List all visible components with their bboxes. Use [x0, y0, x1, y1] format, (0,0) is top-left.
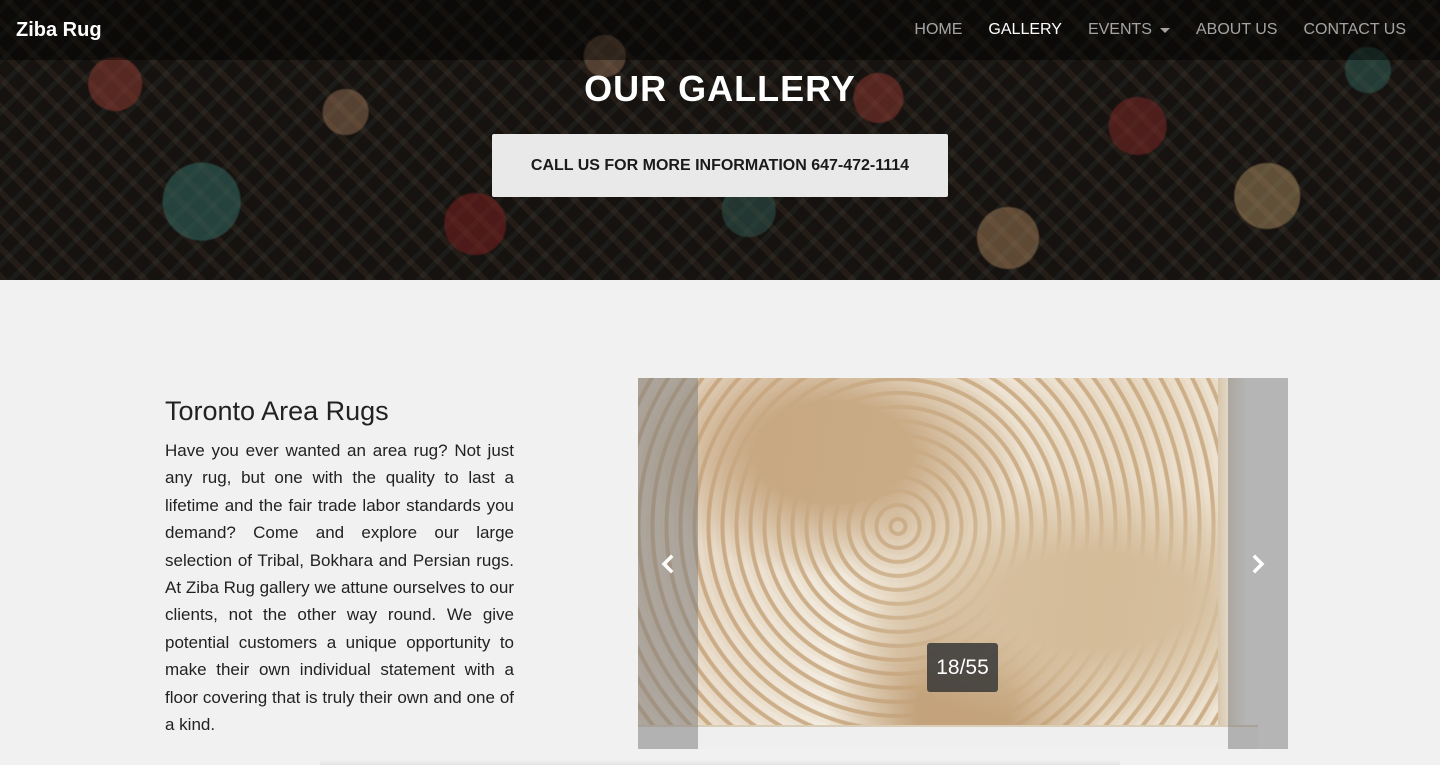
navbar: Ziba Rug HOME GALLERY EVENTS ABOUT US CO… — [0, 0, 1440, 60]
carousel-next-button[interactable] — [1228, 378, 1288, 749]
chevron-right-icon — [1252, 554, 1265, 573]
call-us-button[interactable]: CALL US FOR MORE INFORMATION 647-472-111… — [492, 134, 948, 197]
nav-item-gallery[interactable]: GALLERY — [988, 21, 1062, 39]
nav-item-about-us[interactable]: ABOUT US — [1196, 21, 1278, 39]
nav-item-contact-us[interactable]: CONTACT US — [1303, 21, 1406, 39]
nav-item-events-label: EVENTS — [1087, 21, 1152, 38]
section-title: Toronto Area Rugs — [165, 396, 389, 426]
carousel-prev-button[interactable] — [638, 378, 698, 749]
gallery-carousel: 18/55 — [638, 378, 1288, 749]
caret-down-icon — [1159, 27, 1170, 33]
chevron-left-icon — [661, 554, 674, 573]
footer-shadow — [320, 760, 1120, 765]
nav-menu: HOME GALLERY EVENTS ABOUT US CONTACT US — [888, 21, 1406, 39]
nav-item-home[interactable]: HOME — [914, 21, 962, 39]
rug-image-fringe — [638, 725, 1258, 749]
rug-image — [638, 378, 1288, 749]
slide-counter: 18/55 — [927, 643, 998, 692]
brand-logo[interactable]: Ziba Rug — [16, 19, 102, 42]
nav-item-events[interactable]: EVENTS — [1088, 21, 1170, 39]
section-description: Have you ever wanted an area rug? Not ju… — [165, 441, 514, 735]
hero-banner: Ziba Rug HOME GALLERY EVENTS ABOUT US CO… — [0, 0, 1440, 280]
page-title: OUR GALLERY — [584, 68, 856, 109]
